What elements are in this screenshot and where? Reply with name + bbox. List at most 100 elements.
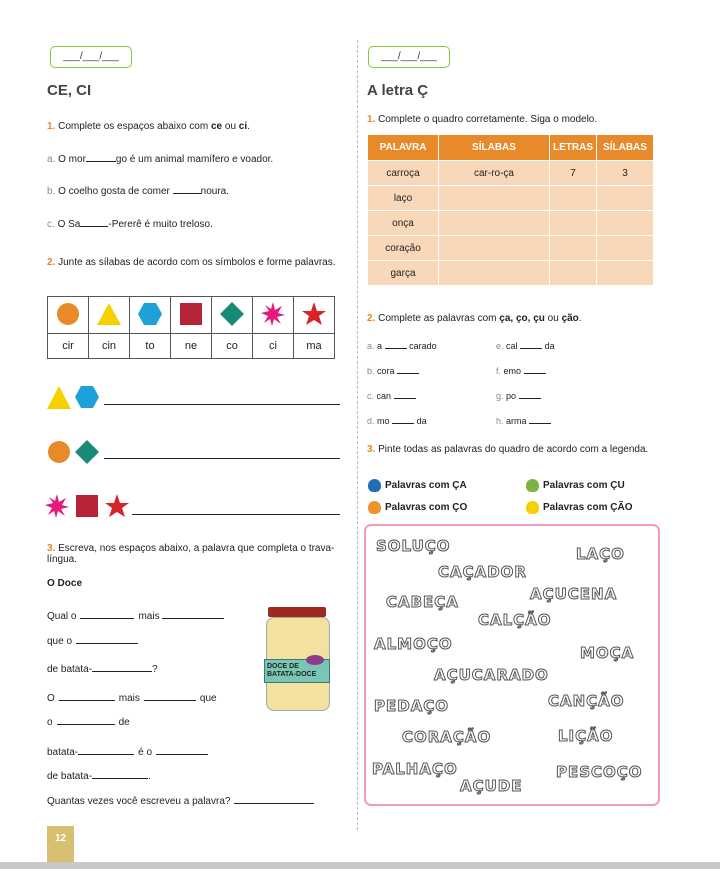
syllable-cell: ne <box>170 333 212 359</box>
coloring-word[interactable]: CALÇÃO <box>478 611 552 630</box>
coloring-word[interactable]: AÇUDE <box>460 777 523 796</box>
answer-blank[interactable] <box>143 700 196 701</box>
syllables-cell[interactable]: car-ro-ça <box>438 160 550 186</box>
item-label: b. <box>367 366 375 376</box>
coloring-word[interactable]: AÇUCENA <box>529 585 617 604</box>
question-number: 2. <box>47 257 56 268</box>
syllable-count-cell[interactable]: 3 <box>596 160 654 186</box>
coloring-word[interactable]: LIÇÃO <box>558 727 614 746</box>
letters-cell[interactable] <box>549 185 597 211</box>
answer-blank[interactable] <box>92 778 149 779</box>
coloring-word[interactable]: ALMOÇO <box>374 635 453 654</box>
legend-label: Palavras com ÇA <box>385 480 467 492</box>
answer-blank[interactable] <box>523 373 546 374</box>
left-q1-item-a: a. O mor go é um animal mamífero e voador… <box>47 154 273 165</box>
combo-circle-diamond <box>48 440 99 464</box>
right-q2-item-b: b. cora <box>367 366 420 376</box>
date-field-right[interactable]: ___/___/___ <box>368 46 450 68</box>
coloring-word[interactable]: CANÇÃO <box>548 692 625 711</box>
question-number: 2. <box>367 313 376 324</box>
answer-blank[interactable] <box>397 373 420 374</box>
answer-blank[interactable] <box>520 348 543 349</box>
answer-blank[interactable] <box>85 161 116 162</box>
footer-bar <box>0 862 720 869</box>
syllable-count-cell[interactable] <box>596 185 654 211</box>
q2-text: Junte as sílabas de acordo com os símbol… <box>58 257 336 268</box>
coloring-word[interactable]: LAÇO <box>576 545 625 564</box>
date-field-left[interactable]: ___/___/___ <box>50 46 132 68</box>
syllable-count-cell[interactable] <box>596 260 654 286</box>
letters-cell[interactable]: 7 <box>549 160 597 186</box>
letters-cell[interactable] <box>549 210 597 236</box>
answer-blank[interactable] <box>384 348 407 349</box>
syllables-cell[interactable] <box>438 185 550 211</box>
coloring-word[interactable]: CAÇADOR <box>438 563 527 582</box>
coloring-word[interactable]: SOLUÇO <box>376 537 451 556</box>
coloring-word[interactable]: PEDAÇO <box>373 697 449 716</box>
symbol-cell <box>129 296 171 334</box>
answer-line[interactable] <box>104 458 340 459</box>
q2-text-mid: ou <box>544 313 562 324</box>
item-label: f. <box>496 366 502 376</box>
poem-word: de batata- <box>47 664 93 675</box>
letters-cell[interactable] <box>549 260 597 286</box>
letters-cell[interactable] <box>549 235 597 261</box>
combo-star-square-star <box>45 494 129 518</box>
poem-word: . <box>148 771 151 782</box>
col-header: LETRAS <box>549 134 597 161</box>
item-label: a. <box>47 154 56 165</box>
answer-blank[interactable] <box>80 618 135 619</box>
answer-blank[interactable] <box>92 671 153 672</box>
col-header: SÍLABAS <box>438 134 550 161</box>
answer-blank[interactable] <box>392 423 415 424</box>
answer-blank[interactable] <box>156 754 209 755</box>
poem-word: Qual o <box>47 611 77 622</box>
syllables-cell[interactable] <box>438 260 550 286</box>
answer-blank[interactable] <box>76 643 139 644</box>
col-header: SÍLABAS <box>596 134 654 161</box>
symbol-cell <box>252 296 294 334</box>
answer-blank[interactable] <box>78 754 135 755</box>
coloring-word[interactable]: PESCOÇO <box>556 763 643 782</box>
item-pre: O coelho gosta de comer <box>58 186 173 197</box>
coloring-word[interactable]: CABEÇA <box>386 593 459 612</box>
coloring-word[interactable]: PALHAÇO <box>372 760 458 779</box>
q1-opt1: ce <box>210 121 223 132</box>
answer-blank[interactable] <box>80 226 109 227</box>
answer-line[interactable] <box>132 514 340 515</box>
answer-blank[interactable] <box>234 803 315 804</box>
syllables-cell[interactable] <box>438 210 550 236</box>
answer-blank[interactable] <box>529 423 552 424</box>
coloring-word[interactable]: CORAÇÃO <box>401 728 491 747</box>
red-square-icon <box>180 302 202 325</box>
answer-blank[interactable] <box>393 398 416 399</box>
item-pre: arma <box>506 416 527 426</box>
item-label: d. <box>367 416 375 426</box>
answer-line[interactable] <box>104 404 340 405</box>
item-pre: cal <box>506 341 518 351</box>
right-q2-item-c: c. can <box>367 391 416 401</box>
right-q2-item-a: a. a carado <box>367 341 437 351</box>
coloring-word[interactable]: MOÇA <box>579 644 634 663</box>
q2-opts: ça, ço, çu <box>499 313 545 324</box>
syllable-count-cell[interactable] <box>596 210 654 236</box>
orange-circle-icon <box>57 302 79 325</box>
pink-star-burst-icon <box>45 494 69 518</box>
answer-blank[interactable] <box>518 398 541 399</box>
item-pre: emo <box>503 366 522 376</box>
answer-blank[interactable] <box>58 700 115 701</box>
poem-line-4: Omais que <box>47 693 217 704</box>
answer-blank[interactable] <box>172 193 201 194</box>
syllable-count-cell[interactable] <box>596 235 654 261</box>
answer-blank[interactable] <box>161 618 224 619</box>
legend-cu: Palavras com ÇU <box>526 479 625 492</box>
section-title-left: CE, CI <box>47 82 92 99</box>
coloring-word[interactable]: AÇUCARADO <box>434 666 549 685</box>
syllables-cell[interactable] <box>438 235 550 261</box>
syllable-cell: ci <box>252 333 294 359</box>
item-pre: O Sa <box>57 219 81 230</box>
answer-blank[interactable] <box>56 724 115 725</box>
item-post: da <box>416 416 427 426</box>
right-q3-text: Pinte todas as palavras do quadro de aco… <box>378 444 649 455</box>
right-q3-prompt: 3. Pinte todas as palavras do quadro de … <box>367 444 659 455</box>
